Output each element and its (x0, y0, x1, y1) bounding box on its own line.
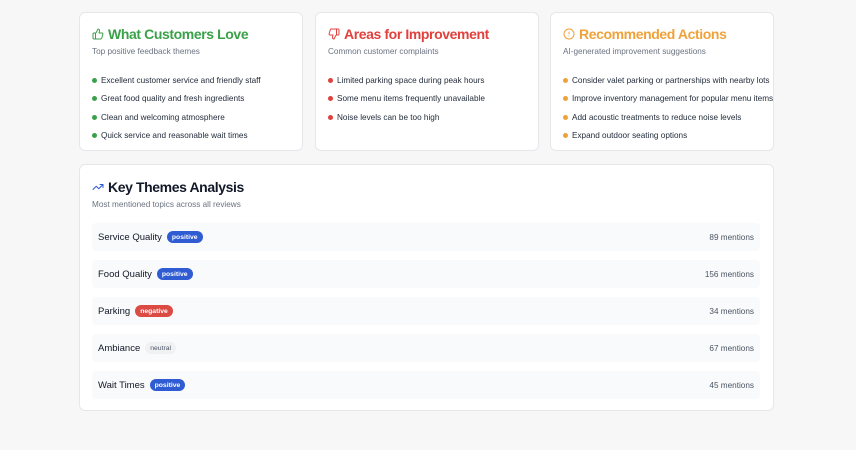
list-item-text: Improve inventory management for popular… (572, 94, 774, 104)
theme-name: Wait Times (98, 379, 145, 391)
bullet-dot (563, 77, 568, 83)
list-item: Great food quality and fresh ingredients (92, 90, 290, 109)
theme-row: Parking negative 34 mentions (92, 297, 760, 325)
theme-row: Service Quality positive 89 mentions (92, 223, 760, 251)
bullet-dot (563, 114, 568, 120)
bullet-dot (92, 96, 97, 102)
list-item: Consider valet parking or partnerships w… (563, 71, 770, 90)
alert-circle-icon (563, 28, 575, 40)
love-title: What Customers Love (108, 26, 249, 42)
improve-title: Areas for Improvement (344, 26, 489, 42)
love-card: What Customers Love Top positive feedbac… (79, 12, 303, 151)
theme-row: Food Quality positive 156 mentions (92, 260, 760, 288)
list-item: Expand outdoor seating options (563, 127, 761, 146)
actions-title: Recommended Actions (579, 26, 727, 42)
list-item: Improve inventory management for popular… (563, 90, 773, 109)
list-item: Add acoustic treatments to reduce noise … (563, 108, 761, 127)
improve-card-header: Areas for Improvement (328, 26, 526, 42)
sentiment-badge: negative (135, 305, 173, 317)
theme-name: Ambiance (98, 342, 141, 354)
improve-subtitle: Common customer complaints (328, 47, 439, 56)
actions-list: Consider valet parking or partnerships w… (563, 71, 773, 146)
list-item-text: Excellent customer service and friendly … (101, 75, 261, 85)
sentiment-badge: positive (156, 268, 193, 280)
mentions-count: 89 mentions (709, 232, 754, 242)
improve-list: Limited parking space during peak hours … (328, 71, 526, 127)
love-card-header: What Customers Love (92, 26, 290, 42)
bullet-dot (563, 96, 568, 102)
sentiment-badge: neutral (145, 342, 177, 354)
bullet-dot (92, 133, 97, 139)
bullet-dot (328, 114, 333, 120)
list-item: Clean and welcoming atmosphere (92, 108, 290, 127)
bullet-dot (328, 77, 333, 83)
themes-card: Key Themes Analysis Most mentioned topic… (79, 164, 774, 411)
actions-card: Recommended Actions AI-generated improve… (550, 12, 774, 151)
theme-name: Parking (98, 305, 131, 317)
improve-card: Areas for Improvement Common customer co… (315, 12, 539, 151)
list-item-text: Add acoustic treatments to reduce noise … (572, 112, 742, 122)
love-list: Excellent customer service and friendly … (92, 71, 290, 145)
list-item: Noise levels can be too high (328, 108, 526, 127)
list-item: Excellent customer service and friendly … (92, 71, 290, 90)
themes-subtitle: Most mentioned topics across all reviews (92, 200, 241, 209)
theme-name: Food Quality (98, 268, 152, 280)
mentions-count: 156 mentions (704, 269, 754, 279)
actions-card-header: Recommended Actions (563, 26, 761, 42)
themes-card-header: Key Themes Analysis (92, 179, 760, 195)
mentions-count: 34 mentions (709, 306, 754, 316)
actions-subtitle: AI-generated improvement suggestions (563, 47, 706, 56)
theme-row: Wait Times positive 45 mentions (92, 371, 760, 399)
bullet-dot (92, 114, 97, 120)
bullet-dot (328, 96, 333, 102)
list-item-text: Quick service and reasonable wait times (101, 131, 248, 141)
bullet-dot (563, 133, 568, 139)
mentions-count: 45 mentions (709, 380, 754, 390)
sentiment-badge: positive (149, 379, 186, 391)
themes-list: Service Quality positive 89 mentions Foo… (92, 223, 760, 399)
list-item: Limited parking space during peak hours (328, 71, 526, 90)
list-item: Quick service and reasonable wait times (92, 127, 290, 146)
list-item-text: Consider valet parking or partnerships w… (572, 75, 770, 85)
list-item-text: Expand outdoor seating options (572, 131, 688, 141)
list-item-text: Noise levels can be too high (337, 112, 440, 122)
list-item-text: Limited parking space during peak hours (337, 75, 485, 85)
trending-up-icon (92, 184, 104, 190)
list-item-text: Great food quality and fresh ingredients (101, 94, 245, 104)
thumbs-down-icon (328, 28, 340, 40)
list-item: Some menu items frequently unavailable (328, 90, 526, 109)
list-item-text: Some menu items frequently unavailable (337, 94, 485, 104)
list-item-text: Clean and welcoming atmosphere (101, 112, 225, 122)
sentiment-badge: positive (166, 231, 203, 243)
love-subtitle: Top positive feedback themes (92, 47, 200, 56)
mentions-count: 67 mentions (709, 343, 754, 353)
theme-name: Service Quality (98, 231, 162, 243)
thumbs-up-icon (92, 28, 104, 40)
themes-title: Key Themes Analysis (108, 179, 244, 195)
bullet-dot (92, 77, 97, 83)
theme-row: Ambiance neutral 67 mentions (92, 334, 760, 362)
